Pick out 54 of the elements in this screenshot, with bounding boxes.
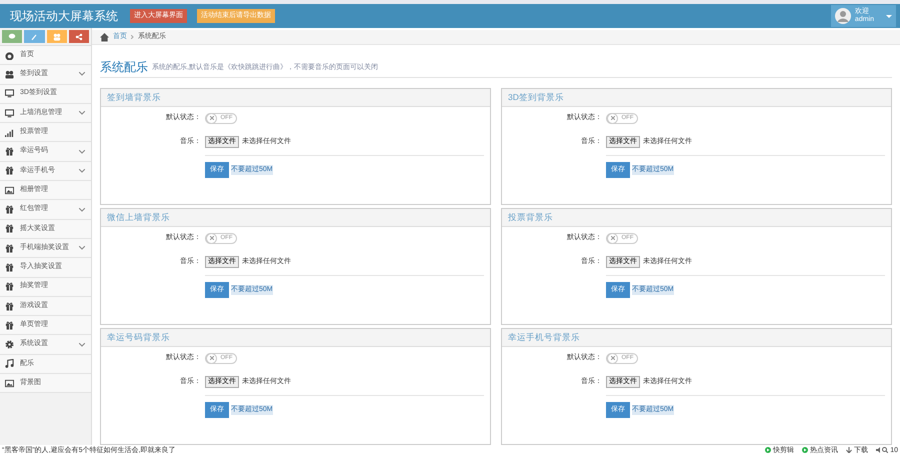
gift-icon — [5, 147, 14, 156]
music-note-icon — [5, 359, 14, 368]
panel-title: 3D签到背景乐 — [508, 91, 564, 104]
toolbar-button[interactable] — [24, 30, 44, 43]
toolbar-button[interactable] — [46, 30, 67, 43]
chevron-down-icon — [79, 208, 85, 212]
share-icon — [74, 32, 83, 40]
monitor-icon — [5, 108, 14, 118]
cross-icon — [210, 116, 214, 120]
search-icon — [882, 447, 888, 453]
avatar — [834, 8, 851, 24]
users-icon — [52, 32, 61, 40]
panel-title: 签到墙背景乐 — [107, 91, 161, 104]
picture-icon — [5, 378, 14, 388]
gift-icon — [5, 302, 14, 310]
home-icon — [100, 32, 109, 42]
gift-icon — [5, 244, 14, 253]
caret-icon — [886, 14, 892, 18]
cross-icon — [610, 356, 614, 360]
panel-title: 幸运手机号背景乐 — [508, 331, 580, 344]
chevron-right-icon — [131, 35, 134, 39]
gift-icon — [5, 224, 14, 234]
chat-icon — [8, 32, 16, 40]
gift-icon — [5, 262, 14, 272]
users-icon — [5, 70, 14, 79]
app-title: 现场活动大屏幕系统 — [10, 8, 118, 25]
toolbar-button[interactable] — [68, 30, 89, 43]
cross-icon — [610, 116, 614, 120]
signal-icon — [5, 128, 14, 137]
download-icon — [846, 447, 852, 453]
page-title: 系统配乐 — [100, 61, 148, 73]
pencil-icon — [30, 32, 38, 40]
cross-icon — [610, 236, 614, 240]
panel-title: 幸运号码背景乐 — [107, 331, 170, 344]
cross-icon — [210, 356, 214, 360]
chevron-down-icon — [79, 246, 85, 250]
chevron-down-icon — [79, 168, 85, 173]
speaker-icon — [876, 447, 882, 453]
chevron-down-icon — [79, 111, 85, 116]
cross-icon — [210, 236, 214, 240]
dashboard-icon — [5, 50, 14, 60]
gift-icon — [5, 205, 14, 214]
chevron-down-icon — [79, 150, 85, 154]
chevron-down-icon — [79, 72, 85, 76]
toolbar-button[interactable] — [2, 30, 22, 43]
gear-icon — [5, 340, 14, 350]
gift-icon — [5, 320, 14, 330]
picture-icon — [5, 186, 14, 195]
panel-title: 投票背景乐 — [508, 211, 553, 224]
panel-title: 微信上墙背景乐 — [107, 211, 170, 224]
gift-icon — [5, 166, 14, 176]
monitor-icon — [5, 89, 14, 98]
chevron-down-icon — [79, 342, 85, 347]
gift-icon — [5, 282, 14, 292]
